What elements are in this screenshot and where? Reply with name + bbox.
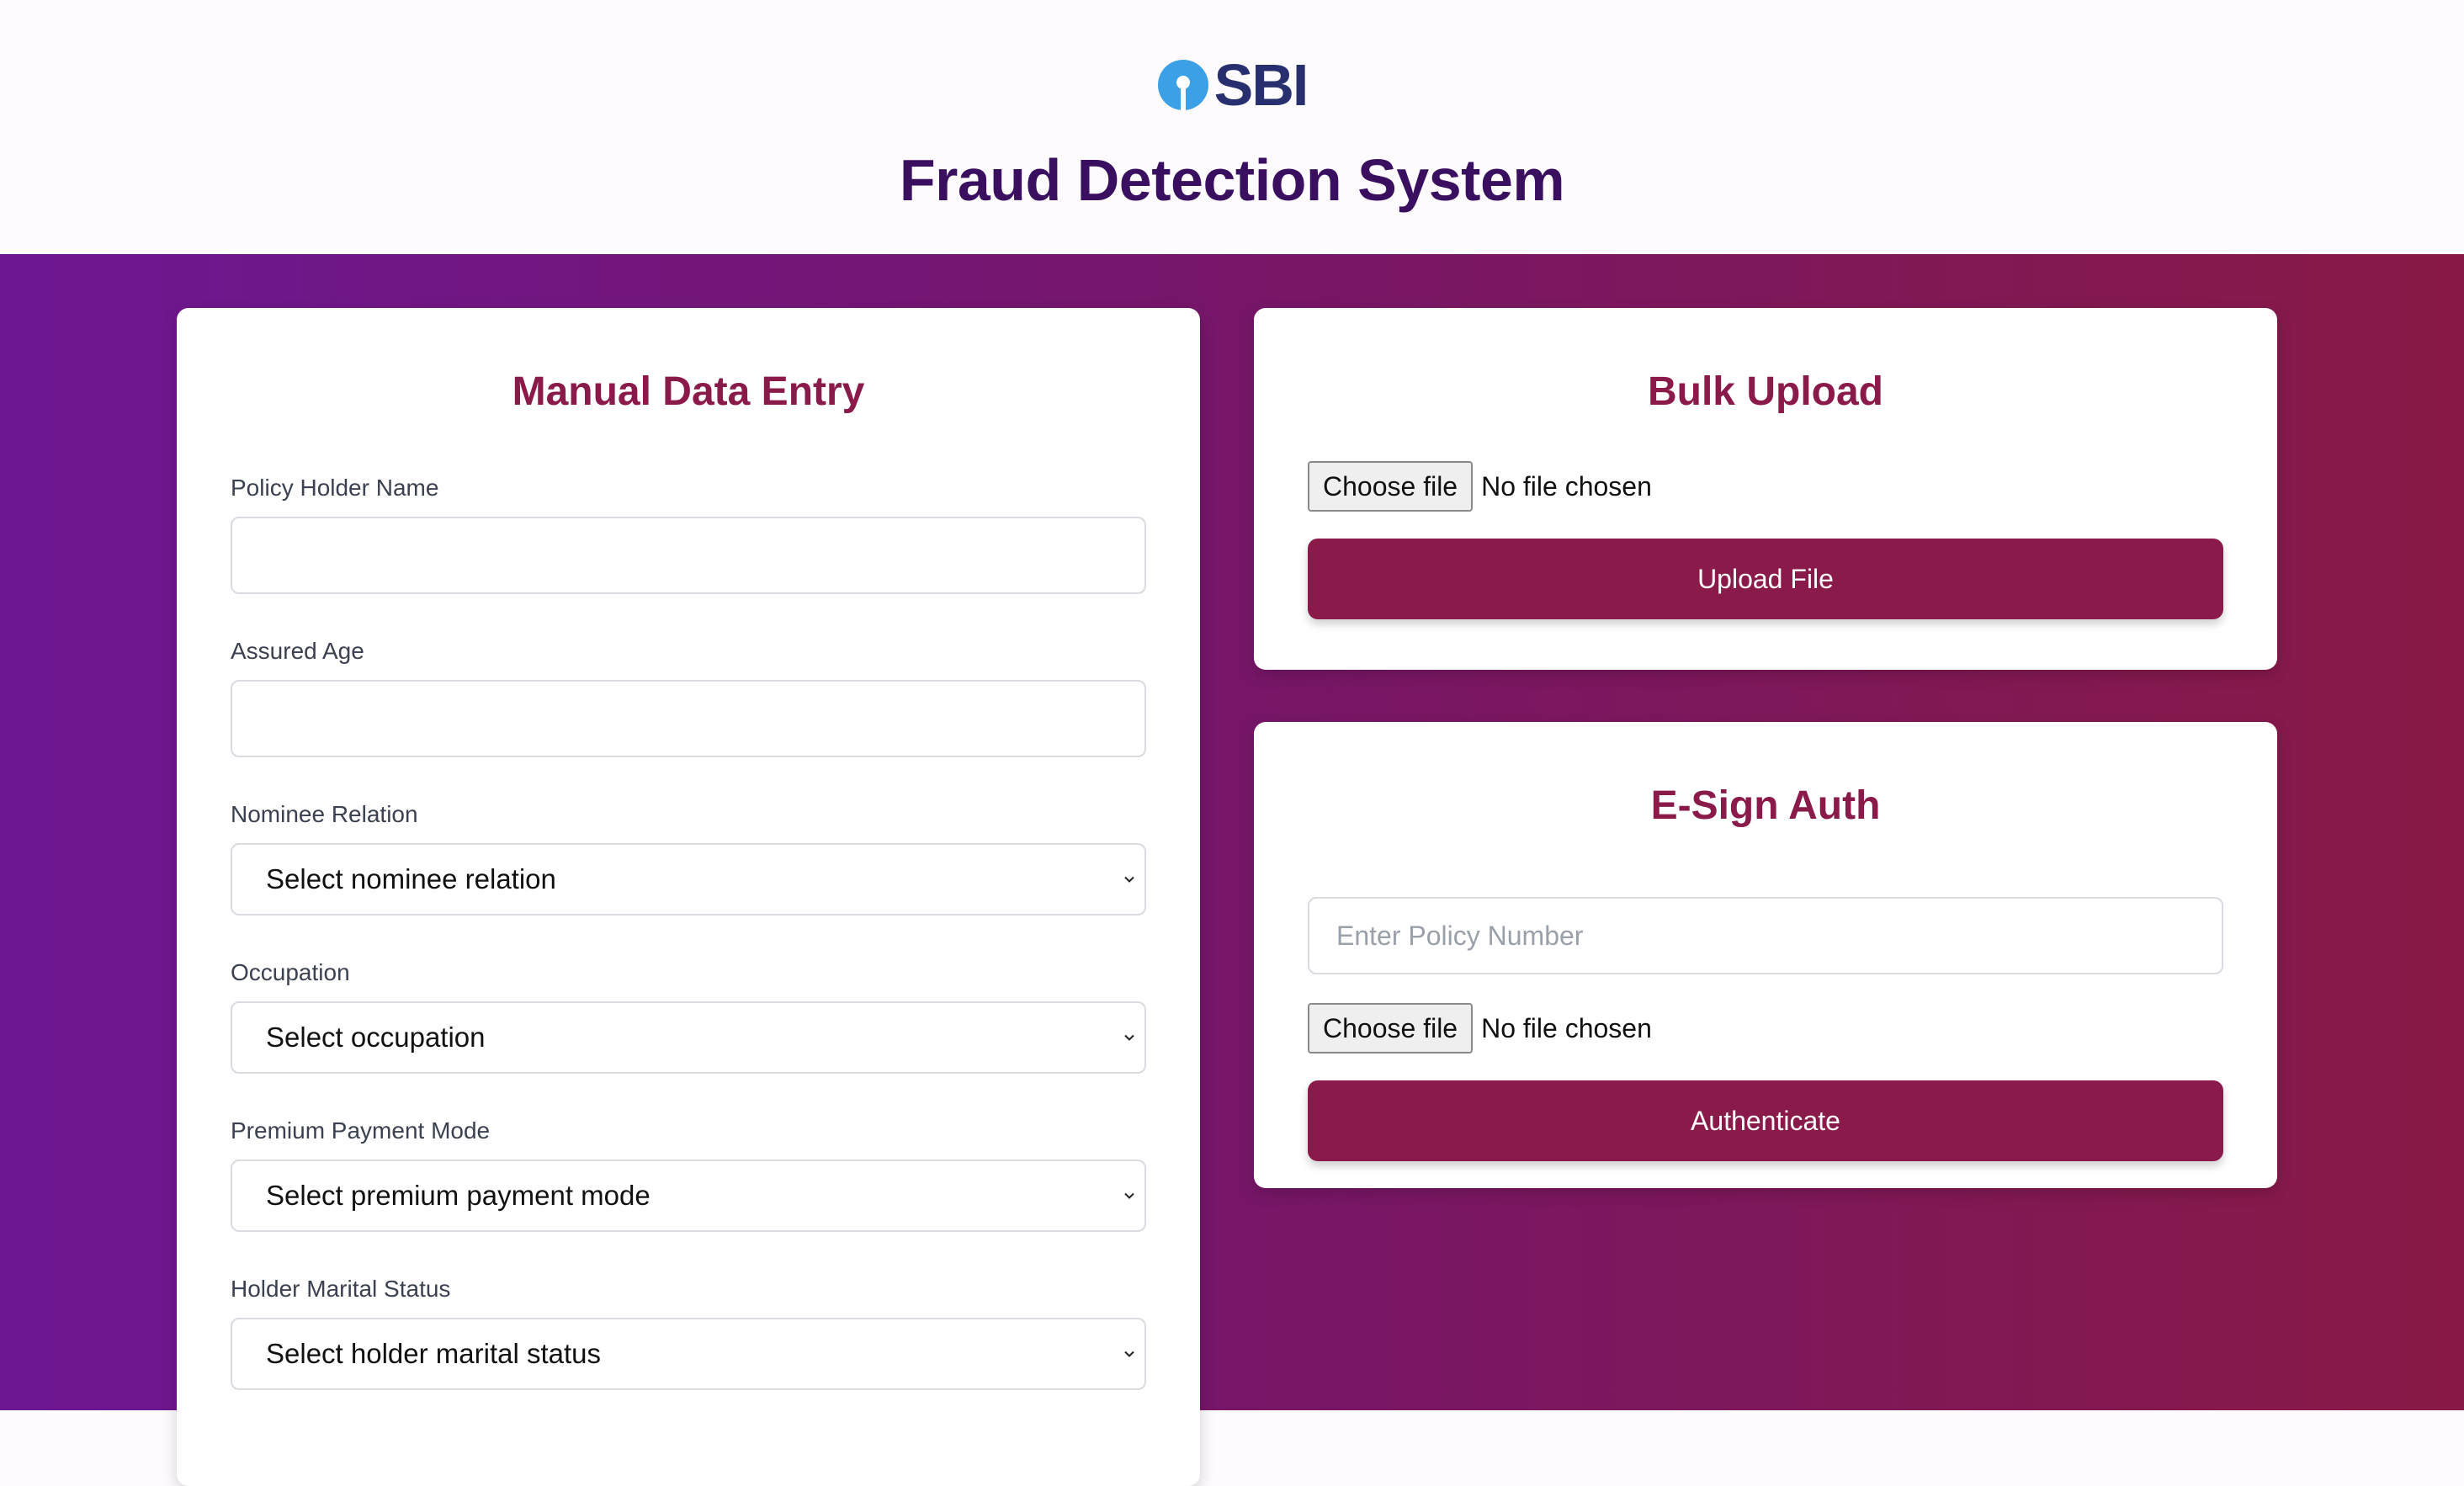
manual-data-entry-title: Manual Data Entry — [512, 369, 865, 414]
esign-auth-card: E-Sign Auth Choose file No file chosen A… — [1254, 722, 2277, 1188]
policy-holder-name-label: Policy Holder Name — [231, 475, 439, 501]
occupation-label: Occupation — [231, 959, 350, 985]
bulk-upload-title: Bulk Upload — [1647, 369, 1883, 414]
bulk-file-picker: Choose file No file chosen — [1308, 461, 2223, 512]
esign-file-status: No file chosen — [1481, 1012, 1652, 1043]
chevron-down-icon — [1124, 876, 1134, 883]
page-title: Fraud Detection System — [899, 147, 1565, 213]
manual-data-entry-card: Manual Data Entry Policy Holder Name Ass… — [177, 308, 1200, 1486]
esign-file-picker: Choose file No file chosen — [1308, 1003, 2223, 1053]
occupation-select[interactable]: Select occupation — [231, 1001, 1146, 1074]
chevron-down-icon — [1124, 1351, 1134, 1357]
bulk-file-status: No file chosen — [1481, 470, 1652, 502]
occupation-selected: Select occupation — [266, 1022, 486, 1053]
esign-choose-file-button[interactable]: Choose file — [1308, 1003, 1474, 1053]
authenticate-button[interactable]: Authenticate — [1308, 1080, 2223, 1161]
policy-holder-name-input[interactable] — [231, 517, 1146, 594]
premium-payment-mode-select[interactable]: Select premium payment mode — [231, 1160, 1146, 1232]
esign-auth-title: E-Sign Auth — [1650, 783, 1881, 828]
chevron-down-icon — [1124, 1192, 1134, 1199]
assured-age-input[interactable] — [231, 680, 1146, 757]
holder-marital-status-selected: Select holder marital status — [266, 1338, 602, 1369]
main-area: Manual Data Entry Policy Holder Name Ass… — [0, 254, 2464, 1486]
nominee-relation-select[interactable]: Select nominee relation — [231, 843, 1146, 915]
premium-payment-mode-label: Premium Payment Mode — [231, 1117, 491, 1144]
holder-marital-status-label: Holder Marital Status — [231, 1276, 451, 1302]
nominee-relation-selected: Select nominee relation — [266, 863, 556, 894]
premium-payment-mode-selected: Select premium payment mode — [266, 1180, 651, 1211]
upload-file-button[interactable]: Upload File — [1308, 539, 2223, 619]
bulk-choose-file-button[interactable]: Choose file — [1308, 461, 1474, 512]
holder-marital-status-select[interactable]: Select holder marital status — [231, 1318, 1146, 1390]
sbi-logo-icon — [1157, 60, 1208, 110]
sbi-logo: SBI — [1157, 52, 1309, 118]
logo-text: SBI — [1213, 52, 1309, 118]
nominee-relation-label: Nominee Relation — [231, 801, 418, 827]
chevron-down-icon — [1124, 1034, 1134, 1041]
policy-number-input[interactable] — [1308, 897, 2223, 974]
bulk-upload-card: Bulk Upload Choose file No file chosen U… — [1254, 308, 2277, 670]
page-header: SBI Fraud Detection System — [0, 0, 2464, 254]
assured-age-label: Assured Age — [231, 638, 364, 664]
